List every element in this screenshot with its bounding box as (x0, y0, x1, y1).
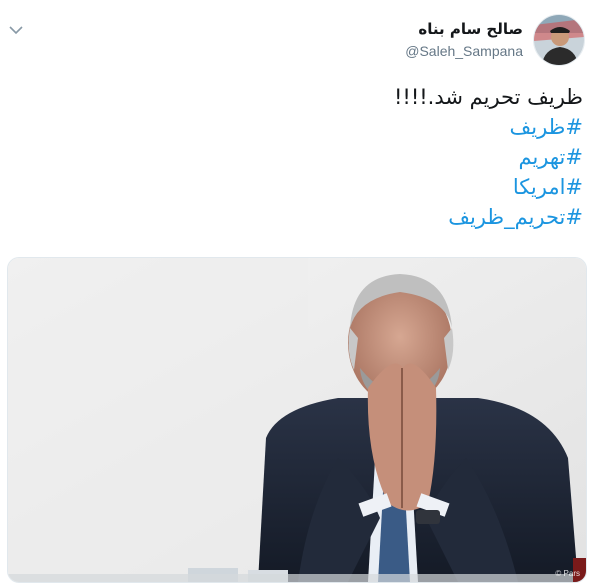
hashtag-link[interactable]: #تهریم (394, 142, 583, 172)
tweet-card: صالح سام بناه @Saleh_Sampana ظریف تحریم … (0, 0, 593, 588)
user-avatar-icon[interactable] (533, 14, 585, 66)
hashtag-link[interactable]: #امریکا (394, 172, 583, 202)
author-names: صالح سام بناه @Saleh_Sampana (405, 19, 523, 61)
author-handle[interactable]: @Saleh_Sampana (405, 41, 523, 61)
tweet-text: ظریف تحریم شد.!!!! #ظریف #تهریم #امریکا … (394, 82, 583, 232)
tweet-media-photo[interactable]: © Pars (7, 257, 587, 583)
photo-illustration (8, 258, 586, 582)
author-display-name[interactable]: صالح سام بناه (418, 19, 523, 39)
hashtag-link[interactable]: #ظریف (394, 112, 583, 142)
tweet-header: صالح سام بناه @Saleh_Sampana (405, 14, 585, 66)
hashtag-link[interactable]: #تحریم_ظریف (394, 202, 583, 232)
tweet-text-line: ظریف تحریم شد.!!!! (393, 85, 583, 109)
photo-watermark: © Pars (555, 569, 580, 578)
chevron-down-icon[interactable] (8, 22, 24, 38)
